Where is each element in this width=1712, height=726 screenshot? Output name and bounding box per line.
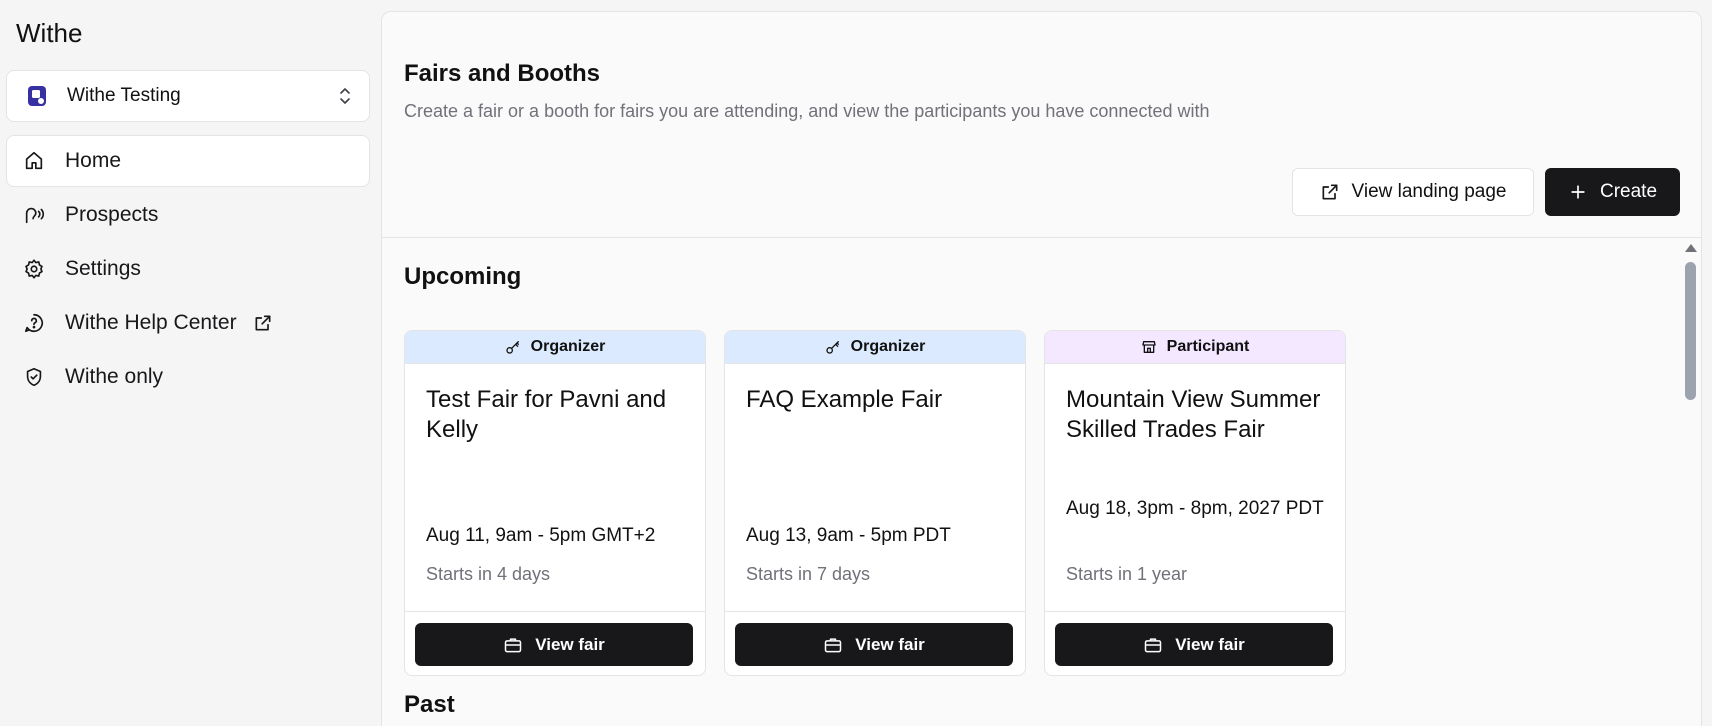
app-window: Withe Withe Testing Home Prospects Setti… — [0, 0, 1712, 726]
view-fair-button[interactable]: View fair — [1055, 623, 1333, 666]
fair-card: Organizer Test Fair for Pavni and Kelly … — [404, 330, 706, 676]
sidebar-item-help-center[interactable]: Withe Help Center — [6, 297, 370, 349]
sidebar-item-label: Home — [65, 149, 122, 172]
home-icon — [25, 151, 43, 170]
external-link-icon — [1322, 184, 1338, 200]
page-header: Fairs and Booths Create a fair or a boot… — [382, 12, 1701, 238]
page-title: Fairs and Booths — [404, 60, 601, 87]
scroll-up-arrow[interactable] — [1685, 244, 1697, 252]
fairs-content: Upcoming Organizer Test Fair for Pavni a… — [382, 238, 1701, 726]
fair-date: Aug 11, 9am - 5pm GMT+2 — [426, 525, 656, 546]
page-subtitle: Create a fair or a booth for fairs you a… — [404, 101, 1210, 121]
briefcase-icon — [504, 637, 522, 652]
fair-card: Participant Mountain View Summer Skilled… — [1044, 330, 1346, 676]
fair-date: Aug 13, 9am - 5pm PDT — [746, 525, 951, 546]
fair-status: Starts in 7 days — [746, 564, 871, 584]
fair-date: Aug 18, 3pm - 8pm, 2027 PDT — [1066, 498, 1324, 519]
scrollbar-thumb[interactable] — [1685, 262, 1696, 400]
org-name: Withe Testing — [67, 85, 181, 106]
sidebar-item-label: Withe only — [65, 365, 164, 388]
role-label: Organizer — [530, 338, 606, 355]
role-label: Participant — [1166, 338, 1250, 355]
sidebar: Withe Withe Testing Home Prospects Setti… — [0, 0, 381, 726]
fair-title: Test Fair for Pavni and Kelly — [426, 386, 667, 443]
gear-icon — [25, 259, 43, 279]
create-button[interactable]: Create — [1545, 168, 1680, 216]
view-fair-label: View fair — [855, 634, 925, 654]
help-icon — [24, 313, 44, 333]
view-fair-label: View fair — [535, 634, 605, 654]
external-link-icon — [255, 315, 271, 331]
sidebar-item-withe-only[interactable]: Withe only — [6, 351, 370, 403]
fair-card: Organizer FAQ Example Fair Aug 13, 9am -… — [724, 330, 1026, 676]
brand-name: Withe — [16, 18, 83, 48]
view-fair-button[interactable]: View fair — [735, 623, 1013, 666]
briefcase-icon — [824, 637, 842, 652]
fair-status: Starts in 4 days — [426, 564, 551, 584]
sidebar-item-label: Withe Help Center — [65, 311, 237, 334]
org-logo-icon — [28, 86, 46, 106]
key-icon — [505, 341, 519, 354]
section-title-past: Past — [404, 691, 455, 718]
role-badge: Organizer — [405, 331, 705, 364]
view-fair-label: View fair — [1175, 634, 1245, 654]
scrollbar[interactable] — [1683, 244, 1697, 726]
card-footer: View fair — [725, 611, 1025, 675]
briefcase-icon — [1144, 637, 1162, 652]
fair-title: Mountain View Summer Skilled Trades Fair — [1066, 386, 1321, 443]
fair-title: FAQ Example Fair — [746, 386, 943, 413]
storefront-icon — [1141, 341, 1156, 353]
sidebar-item-settings[interactable]: Settings — [6, 243, 370, 295]
key-icon — [825, 341, 839, 354]
main-panel: Fairs and Booths Create a fair or a boot… — [381, 11, 1702, 726]
view-landing-page-label: View landing page — [1351, 181, 1507, 202]
card-footer: View fair — [405, 611, 705, 675]
view-fair-button[interactable]: View fair — [415, 623, 693, 666]
sidebar-item-label: Prospects — [65, 203, 159, 226]
card-footer: View fair — [1045, 611, 1345, 675]
view-landing-page-button[interactable]: View landing page — [1292, 168, 1534, 216]
role-badge: Organizer — [725, 331, 1025, 364]
sidebar-item-label: Settings — [65, 257, 141, 280]
plus-icon — [1571, 185, 1585, 199]
sidebar-item-prospects[interactable]: Prospects — [6, 189, 370, 241]
chevron-up-down-icon — [340, 88, 350, 104]
sidebar-item-home[interactable]: Home — [6, 135, 370, 187]
create-label: Create — [1599, 181, 1658, 202]
sidebar-nav: Home Prospects Settings Withe Help Cente… — [6, 135, 370, 405]
shield-icon — [26, 367, 42, 387]
prospects-icon — [25, 207, 45, 224]
section-title-upcoming: Upcoming — [404, 263, 522, 290]
org-switcher[interactable]: Withe Testing — [6, 70, 370, 122]
role-badge: Participant — [1045, 331, 1345, 364]
role-label: Organizer — [850, 338, 926, 355]
fair-status: Starts in 1 year — [1066, 564, 1188, 584]
